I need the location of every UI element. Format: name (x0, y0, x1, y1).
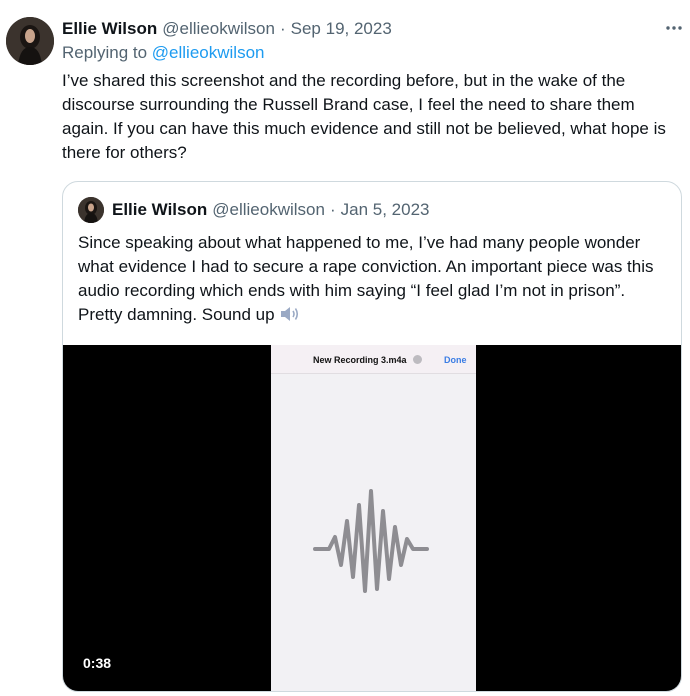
replying-handle-link[interactable]: @ellieokwilson (152, 43, 265, 62)
author-handle[interactable]: @ellieokwilson (162, 19, 275, 39)
separator-dot: · (279, 19, 286, 38)
replying-prefix: Replying to (62, 43, 152, 62)
quoted-tweet[interactable]: Ellie Wilson @ellieokwilson · Jan 5, 202… (62, 181, 682, 692)
tweet[interactable]: Ellie Wilson @ellieokwilson · Sep 19, 20… (0, 0, 690, 696)
quote-author-name[interactable]: Ellie Wilson (112, 200, 207, 220)
audio-waveform-icon (311, 485, 431, 610)
quote-author-handle[interactable]: @ellieokwilson (212, 200, 325, 220)
quote-text: Since speaking about what happened to me… (78, 233, 654, 324)
author-name[interactable]: Ellie Wilson (62, 19, 157, 39)
video-frame: New Recording 3.m4a Done (271, 345, 476, 691)
video-player[interactable]: New Recording 3.m4a Done 0:38 (63, 345, 681, 691)
quote-text-block: Since speaking about what happened to me… (78, 231, 673, 330)
quote-avatar[interactable] (78, 197, 104, 223)
avatar[interactable] (6, 17, 54, 65)
chevron-down-icon (413, 355, 422, 364)
video-duration: 0:38 (83, 655, 112, 671)
replying-to: Replying to @ellieokwilson (62, 43, 264, 63)
recording-title: New Recording 3.m4a (313, 355, 407, 365)
quote-header: Ellie Wilson @ellieokwilson · Jan 5, 202… (112, 199, 430, 221)
quote-separator-dot: · (329, 200, 336, 219)
speaker-high-volume-icon (279, 305, 301, 330)
tweet-date[interactable]: Sep 19, 2023 (291, 19, 392, 39)
done-label: Done (444, 355, 467, 365)
recording-header: New Recording 3.m4a Done (271, 345, 476, 374)
tweet-header: Ellie Wilson @ellieokwilson · Sep 19, 20… (62, 17, 674, 41)
quote-date[interactable]: Jan 5, 2023 (341, 200, 430, 220)
tweet-text: I’ve shared this screenshot and the reco… (62, 71, 666, 162)
more-horizontal-icon[interactable] (664, 18, 684, 38)
